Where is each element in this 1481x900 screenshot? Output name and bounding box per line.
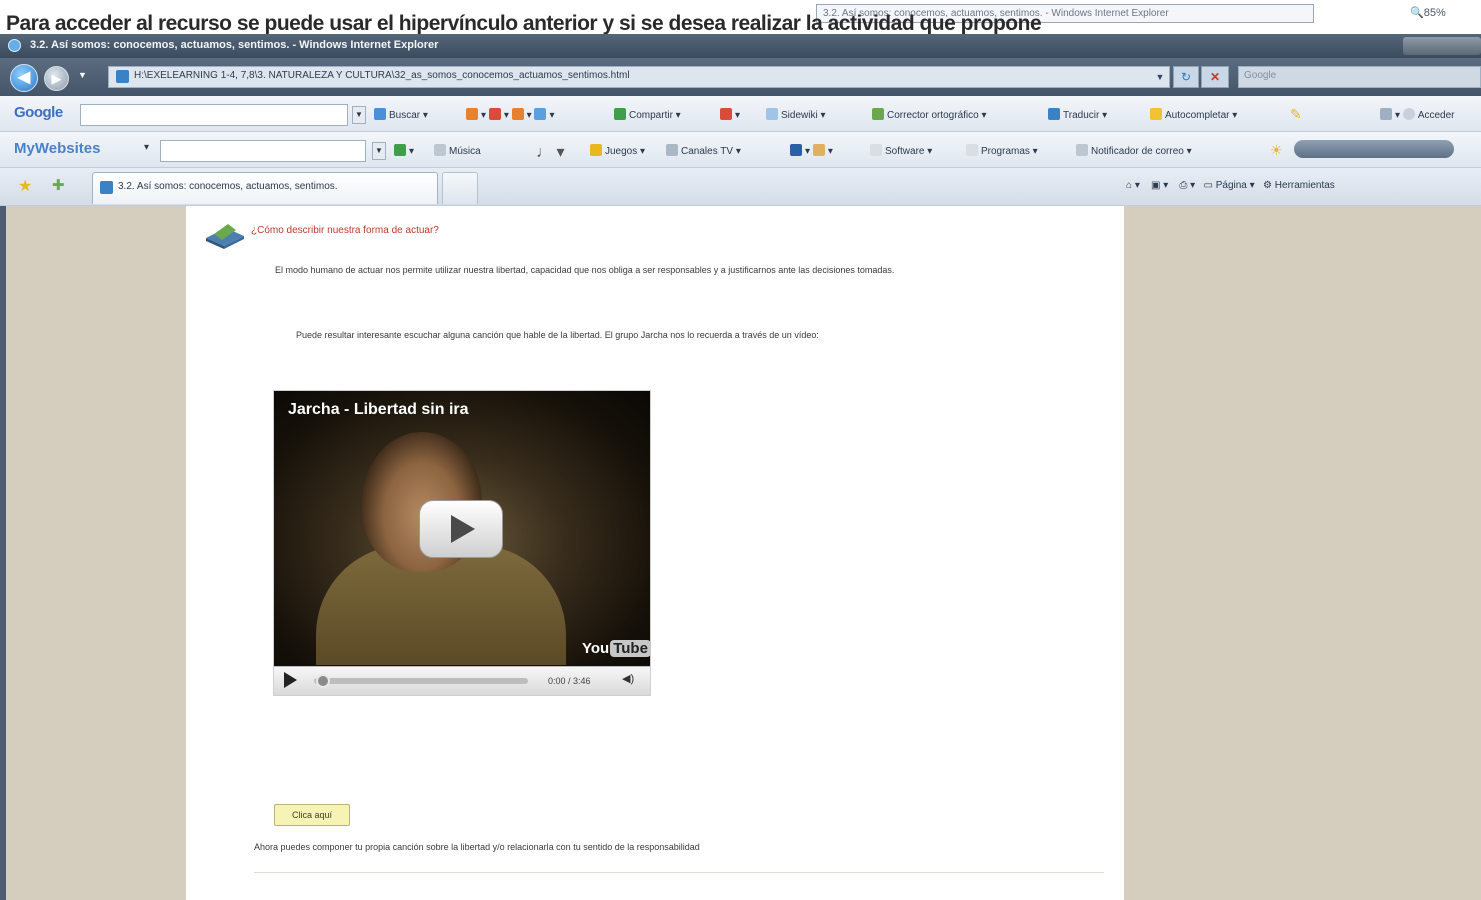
mywebsites-search-dropdown[interactable]: ▼: [372, 142, 386, 160]
mywebsites-extra-icons[interactable]: ▾ ▾: [790, 144, 833, 157]
google-logo: Google: [14, 104, 63, 121]
software-button[interactable]: Software ▾: [870, 144, 932, 157]
sidewiki-icon: [766, 108, 778, 120]
weather-icon[interactable]: ☀: [1270, 142, 1283, 159]
games-button[interactable]: Juegos ▾: [590, 144, 645, 157]
top-strip: 3.2. Así somos: conocemos, actuamos, sen…: [0, 0, 1481, 35]
music-button[interactable]: Música: [434, 144, 481, 157]
page-menu[interactable]: ▭ Página ▾: [1204, 180, 1255, 191]
go-icon: [394, 144, 406, 156]
favorites-star-icon[interactable]: ★: [18, 176, 32, 196]
google-search-button[interactable]: Buscar ▾: [374, 108, 428, 121]
command-bar: ⌂ ▾ ▣ ▾ ⎙ ▾ ▭ Página ▾ ⚙ Herramientas: [1126, 180, 1335, 191]
search-icon: [374, 108, 386, 120]
mywebsites-go-button[interactable]: ▾: [394, 144, 414, 157]
click-here-button[interactable]: Clica aquí: [274, 804, 350, 826]
share-button[interactable]: Compartir ▾: [614, 108, 681, 121]
section-icon: [206, 224, 244, 249]
search-placeholder: Google: [1244, 70, 1277, 81]
music-icon: [434, 144, 446, 156]
guitar-icon[interactable]: ♩ ▾: [536, 142, 564, 162]
history-dropdown-icon[interactable]: ▼: [78, 70, 87, 80]
volume-icon[interactable]: ◀): [622, 672, 634, 685]
back-button[interactable]: ◀: [10, 64, 38, 92]
new-tab-button[interactable]: [442, 172, 478, 204]
forward-button[interactable]: ▶: [44, 66, 69, 91]
tv-icon: [666, 144, 678, 156]
mywebsites-search-input[interactable]: [160, 140, 366, 162]
ie-logo-icon: [8, 39, 21, 52]
autofill-button[interactable]: Autocompletar ▾: [1150, 108, 1237, 121]
autofill-icon: [1150, 108, 1162, 120]
tab-page-icon: [100, 181, 113, 194]
play-icon: [451, 515, 475, 543]
wrench-icon: [1380, 108, 1392, 120]
paragraph-song: Puede resultar interesante escuchar algu…: [296, 330, 819, 340]
programs-button[interactable]: Programas ▾: [966, 144, 1038, 157]
tv-channels-button[interactable]: Canales TV ▾: [666, 144, 741, 157]
url-text[interactable]: H:\EXELEARNING 1-4, 7,8\3. NATURALEZA Y …: [134, 70, 630, 81]
zoom-value: 85%: [1423, 7, 1446, 19]
signin-icon: [1402, 108, 1415, 120]
video-time: 0:00 / 3:46: [548, 676, 591, 686]
google-search-input[interactable]: [80, 104, 348, 126]
zoom-icon: 🔍: [1410, 7, 1424, 19]
sidewiki-button[interactable]: Sidewiki ▾: [766, 108, 826, 121]
toolbar-icons-group[interactable]: ▾ ▾ ▾ ▾: [466, 108, 554, 121]
tab-label[interactable]: 3.2. Así somos: conocemos, actuamos, sen…: [118, 181, 338, 192]
feeds-icon[interactable]: ▣ ▾: [1151, 180, 1168, 191]
section-heading: ¿Cómo describir nuestra forma de actuar?: [251, 225, 439, 236]
software-icon: [870, 144, 882, 156]
translate-button[interactable]: Traducir ▾: [1048, 108, 1107, 121]
divider: [254, 872, 1104, 873]
print-icon[interactable]: ⎙ ▾: [1179, 180, 1195, 191]
caption-overlay-text: Para acceder al recurso se puede usar el…: [6, 12, 1042, 35]
video-title[interactable]: Jarcha - Libertad sin ira: [288, 401, 469, 419]
programs-icon: [966, 144, 978, 156]
paragraph-intro: El modo humano de actuar nos permite uti…: [275, 265, 895, 275]
zoom-level[interactable]: 🔍85%: [1410, 6, 1446, 19]
mail-icon: [1076, 144, 1088, 156]
google-search-dropdown[interactable]: ▼: [352, 106, 366, 124]
tools-menu[interactable]: ⚙ Herramientas: [1263, 180, 1335, 191]
share-icon: [614, 108, 626, 120]
page-icon: [116, 70, 129, 83]
add-favorites-icon[interactable]: ✚: [52, 176, 65, 194]
bookmark-icon: [720, 108, 732, 120]
stop-button[interactable]: ✕: [1201, 66, 1229, 88]
refresh-button[interactable]: ↻: [1173, 66, 1199, 88]
mywebsites-logo: MyWebsites: [14, 140, 101, 157]
url-dropdown-icon[interactable]: ▼: [1152, 68, 1168, 86]
bookmarks-button[interactable]: ▾: [720, 108, 740, 121]
youtube-logo[interactable]: You Tube: [582, 640, 651, 657]
window-title: 3.2. Así somos: conocemos, actuamos, sen…: [30, 39, 439, 51]
control-play-icon[interactable]: [284, 672, 297, 688]
media-player-widget[interactable]: [1294, 140, 1454, 161]
video-seek-bar[interactable]: [314, 678, 528, 684]
trophy-icon: [590, 144, 602, 156]
home-icon[interactable]: ⌂ ▾: [1126, 180, 1140, 191]
closing-instruction: Ahora puedes componer tu propia canción …: [254, 842, 700, 852]
window-titlebar: 3.2. Así somos: conocemos, actuamos, sen…: [0, 34, 1481, 58]
key-icon[interactable]: ✎: [1290, 106, 1302, 123]
mail-notifier-button[interactable]: Notificador de correo ▾: [1076, 144, 1192, 157]
translate-icon: [1048, 108, 1060, 120]
settings-button[interactable]: ▾ Acceder: [1380, 108, 1455, 121]
mywebsites-menu-dropdown[interactable]: ▾: [144, 142, 149, 153]
window-controls[interactable]: [1403, 37, 1481, 55]
spellcheck-button[interactable]: Corrector ortográfico ▾: [872, 108, 987, 121]
spellcheck-icon: [872, 108, 884, 120]
video-seek-handle[interactable]: [316, 674, 330, 688]
